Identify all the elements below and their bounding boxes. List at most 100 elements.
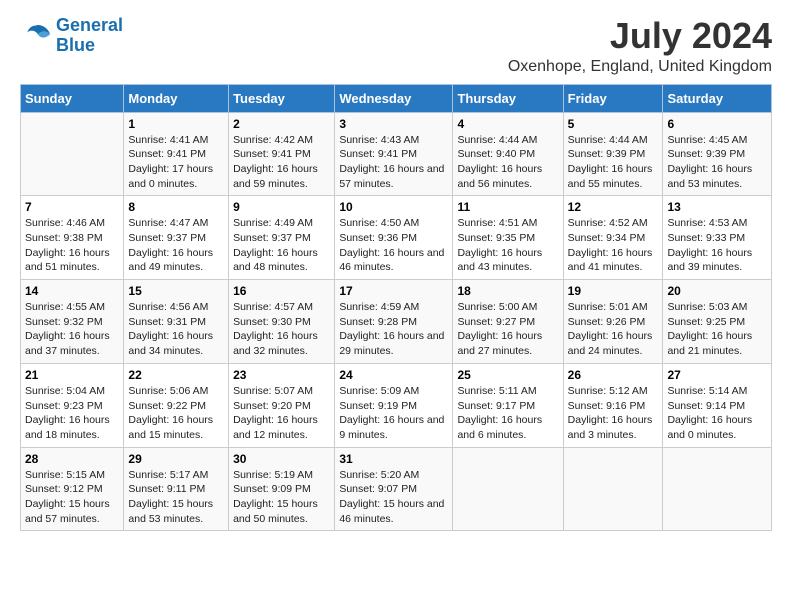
day-cell: 14 Sunrise: 4:55 AMSunset: 9:32 PMDayligh… — [21, 280, 124, 364]
day-number: 20 — [667, 284, 767, 298]
day-cell: 7 Sunrise: 4:46 AMSunset: 9:38 PMDaylight… — [21, 196, 124, 280]
day-number: 26 — [568, 368, 659, 382]
day-info: Sunrise: 5:19 AMSunset: 9:09 PMDaylight:… — [233, 468, 330, 527]
day-number: 27 — [667, 368, 767, 382]
day-number: 1 — [128, 117, 224, 131]
day-cell: 16 Sunrise: 4:57 AMSunset: 9:30 PMDayligh… — [229, 280, 335, 364]
day-number: 31 — [339, 452, 448, 466]
day-info: Sunrise: 4:50 AMSunset: 9:36 PMDaylight:… — [339, 216, 448, 275]
day-cell: 13Sunrise: 4:53 AMSunset: 9:33 PMDayligh… — [663, 196, 772, 280]
day-number: 25 — [457, 368, 558, 382]
day-cell: 22Sunrise: 5:06 AMSunset: 9:22 PMDayligh… — [124, 363, 229, 447]
week-row-2: 7 Sunrise: 4:46 AMSunset: 9:38 PMDaylight… — [21, 196, 772, 280]
day-number: 23 — [233, 368, 330, 382]
day-number: 9 — [233, 200, 330, 214]
day-number: 3 — [339, 117, 448, 131]
logo-icon — [20, 22, 52, 50]
day-cell — [563, 447, 663, 531]
calendar-table: SundayMondayTuesdayWednesdayThursdayFrid… — [20, 84, 772, 532]
day-cell: 17 Sunrise: 4:59 AMSunset: 9:28 PMDayligh… — [335, 280, 453, 364]
col-header-tuesday: Tuesday — [229, 84, 335, 112]
day-cell: 27Sunrise: 5:14 AMSunset: 9:14 PMDayligh… — [663, 363, 772, 447]
day-cell — [21, 112, 124, 196]
day-number: 14 — [25, 284, 119, 298]
day-info: Sunrise: 4:51 AMSunset: 9:35 PMDaylight:… — [457, 216, 558, 275]
week-row-3: 14 Sunrise: 4:55 AMSunset: 9:32 PMDayligh… — [21, 280, 772, 364]
col-header-wednesday: Wednesday — [335, 84, 453, 112]
day-number: 19 — [568, 284, 659, 298]
day-info: Sunrise: 4:43 AMSunset: 9:41 PMDaylight:… — [339, 133, 448, 192]
day-cell: 4 Sunrise: 4:44 AMSunset: 9:40 PMDaylight… — [453, 112, 563, 196]
day-info: Sunrise: 4:49 AMSunset: 9:37 PMDaylight:… — [233, 216, 330, 275]
day-info: Sunrise: 5:04 AMSunset: 9:23 PMDaylight:… — [25, 384, 119, 443]
day-number: 28 — [25, 452, 119, 466]
day-cell: 19 Sunrise: 5:01 AMSunset: 9:26 PMDayligh… — [563, 280, 663, 364]
day-cell: 15 Sunrise: 4:56 AMSunset: 9:31 PMDayligh… — [124, 280, 229, 364]
day-cell: 12Sunrise: 4:52 AMSunset: 9:34 PMDayligh… — [563, 196, 663, 280]
day-info: Sunrise: 4:57 AMSunset: 9:30 PMDaylight:… — [233, 300, 330, 359]
col-header-monday: Monday — [124, 84, 229, 112]
logo: General Blue — [20, 16, 123, 56]
day-cell: 10 Sunrise: 4:50 AMSunset: 9:36 PMDayligh… — [335, 196, 453, 280]
week-row-4: 21Sunrise: 5:04 AMSunset: 9:23 PMDayligh… — [21, 363, 772, 447]
day-cell: 30 Sunrise: 5:19 AMSunset: 9:09 PMDayligh… — [229, 447, 335, 531]
day-info: Sunrise: 5:01 AMSunset: 9:26 PMDaylight:… — [568, 300, 659, 359]
day-cell: 5Sunrise: 4:44 AMSunset: 9:39 PMDaylight… — [563, 112, 663, 196]
day-cell: 25 Sunrise: 5:11 AMSunset: 9:17 PMDayligh… — [453, 363, 563, 447]
day-info: Sunrise: 4:45 AMSunset: 9:39 PMDaylight:… — [667, 133, 767, 192]
day-cell: 9 Sunrise: 4:49 AMSunset: 9:37 PMDaylight… — [229, 196, 335, 280]
day-info: Sunrise: 5:11 AMSunset: 9:17 PMDaylight:… — [457, 384, 558, 443]
day-info: Sunrise: 5:20 AMSunset: 9:07 PMDaylight:… — [339, 468, 448, 527]
day-number: 16 — [233, 284, 330, 298]
day-cell: 31 Sunrise: 5:20 AMSunset: 9:07 PMDayligh… — [335, 447, 453, 531]
day-cell — [453, 447, 563, 531]
page-header: General Blue July 2024 Oxenhope, England… — [20, 16, 772, 76]
day-number: 30 — [233, 452, 330, 466]
day-cell — [663, 447, 772, 531]
day-info: Sunrise: 4:53 AMSunset: 9:33 PMDaylight:… — [667, 216, 767, 275]
day-cell: 18 Sunrise: 5:00 AMSunset: 9:27 PMDayligh… — [453, 280, 563, 364]
day-number: 6 — [667, 117, 767, 131]
day-number: 18 — [457, 284, 558, 298]
header-row: SundayMondayTuesdayWednesdayThursdayFrid… — [21, 84, 772, 112]
day-cell: 8 Sunrise: 4:47 AMSunset: 9:37 PMDaylight… — [124, 196, 229, 280]
day-info: Sunrise: 5:03 AMSunset: 9:25 PMDaylight:… — [667, 300, 767, 359]
day-info: Sunrise: 4:46 AMSunset: 9:38 PMDaylight:… — [25, 216, 119, 275]
day-info: Sunrise: 4:59 AMSunset: 9:28 PMDaylight:… — [339, 300, 448, 359]
day-info: Sunrise: 4:44 AMSunset: 9:40 PMDaylight:… — [457, 133, 558, 192]
day-number: 12 — [568, 200, 659, 214]
day-info: Sunrise: 5:12 AMSunset: 9:16 PMDaylight:… — [568, 384, 659, 443]
subtitle: Oxenhope, England, United Kingdom — [508, 58, 772, 76]
day-info: Sunrise: 5:07 AMSunset: 9:20 PMDaylight:… — [233, 384, 330, 443]
day-number: 10 — [339, 200, 448, 214]
title-block: July 2024 Oxenhope, England, United King… — [508, 16, 772, 76]
day-number: 15 — [128, 284, 224, 298]
day-cell: 26 Sunrise: 5:12 AMSunset: 9:16 PMDayligh… — [563, 363, 663, 447]
day-info: Sunrise: 5:17 AMSunset: 9:11 PMDaylight:… — [128, 468, 224, 527]
day-number: 4 — [457, 117, 558, 131]
day-info: Sunrise: 4:42 AMSunset: 9:41 PMDaylight:… — [233, 133, 330, 192]
day-cell: 20 Sunrise: 5:03 AMSunset: 9:25 PMDayligh… — [663, 280, 772, 364]
day-cell: 28Sunrise: 5:15 AMSunset: 9:12 PMDayligh… — [21, 447, 124, 531]
day-info: Sunrise: 4:47 AMSunset: 9:37 PMDaylight:… — [128, 216, 224, 275]
day-info: Sunrise: 4:55 AMSunset: 9:32 PMDaylight:… — [25, 300, 119, 359]
day-info: Sunrise: 5:06 AMSunset: 9:22 PMDaylight:… — [128, 384, 224, 443]
day-number: 8 — [128, 200, 224, 214]
day-cell: 23 Sunrise: 5:07 AMSunset: 9:20 PMDayligh… — [229, 363, 335, 447]
day-number: 17 — [339, 284, 448, 298]
day-cell: 6 Sunrise: 4:45 AMSunset: 9:39 PMDaylight… — [663, 112, 772, 196]
day-cell: 3 Sunrise: 4:43 AMSunset: 9:41 PMDaylight… — [335, 112, 453, 196]
day-number: 7 — [25, 200, 119, 214]
day-number: 29 — [128, 452, 224, 466]
day-info: Sunrise: 4:56 AMSunset: 9:31 PMDaylight:… — [128, 300, 224, 359]
day-cell: 11Sunrise: 4:51 AMSunset: 9:35 PMDayligh… — [453, 196, 563, 280]
col-header-friday: Friday — [563, 84, 663, 112]
day-cell: 1 Sunrise: 4:41 AMSunset: 9:41 PMDaylight… — [124, 112, 229, 196]
col-header-sunday: Sunday — [21, 84, 124, 112]
main-title: July 2024 — [508, 16, 772, 56]
day-info: Sunrise: 5:09 AMSunset: 9:19 PMDaylight:… — [339, 384, 448, 443]
day-info: Sunrise: 4:44 AMSunset: 9:39 PMDaylight:… — [568, 133, 659, 192]
logo-text: General Blue — [56, 16, 123, 56]
day-info: Sunrise: 5:00 AMSunset: 9:27 PMDaylight:… — [457, 300, 558, 359]
day-info: Sunrise: 4:41 AMSunset: 9:41 PMDaylight:… — [128, 133, 224, 192]
